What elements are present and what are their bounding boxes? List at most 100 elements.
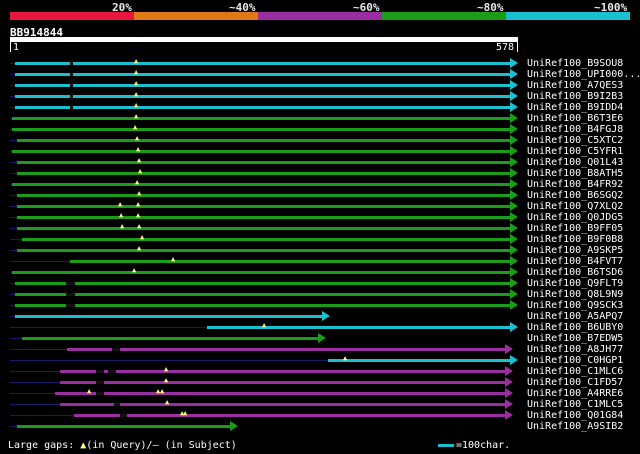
hit-name-link[interactable]: UniRef100_C0HGP1 [527, 355, 623, 366]
hit-row[interactable]: ▲ UniRef100_B4FR92 [0, 178, 640, 190]
hit-row[interactable]: ▲ ▲ UniRef100_Q01G84 [0, 409, 640, 421]
hit-alignment-bar[interactable] [12, 128, 510, 131]
hit-row[interactable]: UniRef100_A9SIB2 [0, 421, 640, 432]
hit-name-link[interactable]: UniRef100_B6UBY0 [527, 322, 623, 333]
hit-alignment-bar[interactable] [17, 161, 510, 164]
hit-row[interactable]: UniRef100_B7EDW5 [0, 333, 640, 344]
hit-row[interactable]: ▲ UniRef100_B6UBY0 [0, 321, 640, 333]
hit-alignment-bar[interactable] [55, 392, 505, 395]
hit-name-link[interactable]: UniRef100_B9IDD4 [527, 102, 623, 113]
hit-name-link[interactable]: UniRef100_B4FR92 [527, 179, 623, 190]
hit-row[interactable]: ▲ UniRef100_Q01L43 [0, 156, 640, 168]
hit-alignment-bar[interactable] [12, 271, 510, 274]
hit-name-link[interactable]: UniRef100_B4FVT7 [527, 256, 623, 267]
hit-name-link[interactable]: UniRef100_A9SKP5 [527, 245, 623, 256]
hit-name-link[interactable]: UniRef100_B6TSD6 [527, 267, 623, 278]
hit-alignment-bar[interactable] [60, 370, 505, 373]
hit-alignment-bar[interactable] [17, 425, 230, 428]
hit-name-link[interactable]: UniRef100_Q01L43 [527, 157, 623, 168]
hit-alignment-bar[interactable] [328, 359, 510, 362]
hit-alignment-bar[interactable] [15, 282, 510, 285]
hit-name-link[interactable]: UniRef100_Q9SCK3 [527, 300, 623, 311]
hit-name-link[interactable]: UniRef100_B6SGQ2 [527, 190, 623, 201]
hit-alignment-bar[interactable] [12, 150, 510, 153]
hit-row[interactable]: UniRef100_Q9FLT9 [0, 278, 640, 289]
hit-alignment-bar[interactable] [17, 205, 510, 208]
hit-row[interactable]: ▲ ▲ ▲ UniRef100_A4RRE6 [0, 387, 640, 399]
hit-name-link[interactable]: UniRef100_C5XTC2 [527, 135, 623, 146]
hit-alignment-bar[interactable] [207, 326, 510, 329]
hit-alignment-bar[interactable] [17, 249, 510, 252]
hit-alignment-bar[interactable] [15, 304, 510, 307]
hit-row[interactable]: ▲ ▲ UniRef100_Q7XLQ2 [0, 200, 640, 212]
hit-name-link[interactable]: UniRef100_A4RRE6 [527, 388, 623, 399]
hit-alignment-bar[interactable] [70, 260, 510, 263]
hit-row[interactable]: UniRef100_Q9SCK3 [0, 300, 640, 311]
hit-row[interactable]: UniRef100_A5APQ7 [0, 311, 640, 322]
hit-alignment-bar[interactable] [17, 172, 510, 175]
hit-row[interactable]: ▲ UniRef100_B9I2B3 [0, 90, 640, 102]
hit-alignment-bar[interactable] [15, 293, 510, 296]
hit-name-link[interactable]: UniRef100_B9SOU8 [527, 58, 623, 69]
hit-alignment-bar[interactable] [67, 348, 505, 351]
hit-alignment-bar[interactable] [22, 337, 318, 340]
hit-name-link[interactable]: UniRef100_B9F0B8 [527, 234, 623, 245]
hit-row[interactable]: ▲ UniRef100_B9SOU8 [0, 57, 640, 69]
hit-alignment-bar[interactable] [17, 139, 510, 142]
hit-row[interactable]: ▲ UniRef100_C5YFR1 [0, 145, 640, 157]
hit-name-link[interactable]: UniRef100_A7QES3 [527, 80, 623, 91]
hit-row[interactable]: ▲ UniRef100_B6SGQ2 [0, 189, 640, 201]
hit-name-link[interactable]: UniRef100_Q01G84 [527, 410, 623, 421]
hit-name-link[interactable]: UniRef100_C1MLC5 [527, 399, 623, 410]
hit-row[interactable]: ▲ ▲ UniRef100_B9FF05 [0, 222, 640, 234]
hit-row[interactable]: ▲ UniRef100_A7QES3 [0, 79, 640, 91]
hit-alignment-bar[interactable] [60, 403, 505, 406]
hit-row[interactable]: ▲ UniRef100_B9F0B8 [0, 233, 640, 245]
hit-alignment-bar[interactable] [12, 117, 510, 120]
hit-name-link[interactable]: UniRef100_C5YFR1 [527, 146, 623, 157]
hit-row[interactable]: ▲ UniRef100_B9IDD4 [0, 101, 640, 113]
hit-name-link[interactable]: UniRef100_B6T3E6 [527, 113, 623, 124]
hit-row[interactable]: ▲ UniRef100_C0HGP1 [0, 354, 640, 366]
hit-alignment-bar[interactable] [15, 95, 510, 98]
hit-row[interactable]: ▲ UniRef100_C1FD57 [0, 376, 640, 388]
hit-name-link[interactable]: UniRef100_A8JH77 [527, 344, 623, 355]
hit-name-link[interactable]: UniRef100_A5APQ7 [527, 311, 623, 322]
hit-alignment-bar[interactable] [12, 183, 510, 186]
hit-row[interactable]: ▲ UniRef100_B6T3E6 [0, 112, 640, 124]
hit-alignment-bar[interactable] [15, 84, 510, 87]
hit-row[interactable]: ▲ ▲ UniRef100_Q0JDG5 [0, 211, 640, 223]
hit-name-link[interactable]: UniRef100_Q8L9N9 [527, 289, 623, 300]
hit-row[interactable]: ▲ UniRef100_C5XTC2 [0, 134, 640, 146]
hit-alignment-bar[interactable] [15, 62, 510, 65]
hit-row[interactable]: UniRef100_A8JH77 [0, 344, 640, 355]
hit-row[interactable]: ▲ UniRef100_B4FGJ8 [0, 123, 640, 135]
hit-name-link[interactable]: UniRef100_UPI000... [527, 69, 640, 80]
hit-alignment-bar[interactable] [17, 194, 510, 197]
hit-name-link[interactable]: UniRef100_Q7XLQ2 [527, 201, 623, 212]
hit-row[interactable]: ▲ UniRef100_C1MLC6 [0, 365, 640, 377]
hit-name-link[interactable]: UniRef100_B7EDW5 [527, 333, 623, 344]
hit-row[interactable]: ▲ UniRef100_B6TSD6 [0, 266, 640, 278]
hit-row[interactable]: UniRef100_Q8L9N9 [0, 289, 640, 300]
hit-alignment-bar[interactable] [17, 227, 510, 230]
hit-name-link[interactable]: UniRef100_B4FGJ8 [527, 124, 623, 135]
hit-name-link[interactable]: UniRef100_Q9FLT9 [527, 278, 623, 289]
hit-name-link[interactable]: UniRef100_Q0JDG5 [527, 212, 623, 223]
hit-row[interactable]: ▲ UniRef100_B4FVT7 [0, 255, 640, 267]
hit-alignment-bar[interactable] [74, 414, 505, 417]
hit-row[interactable]: ▲ UniRef100_A9SKP5 [0, 244, 640, 256]
hit-alignment-bar[interactable] [17, 216, 510, 219]
hit-name-link[interactable]: UniRef100_B8ATH5 [527, 168, 623, 179]
hit-alignment-bar[interactable] [22, 238, 510, 241]
hit-name-link[interactable]: UniRef100_C1MLC6 [527, 366, 623, 377]
hit-row[interactable]: ▲ UniRef100_B8ATH5 [0, 167, 640, 179]
hit-row[interactable]: ▲ UniRef100_UPI000... [0, 68, 640, 80]
hit-alignment-bar[interactable] [15, 315, 322, 318]
hit-name-link[interactable]: UniRef100_C1FD57 [527, 377, 623, 388]
hit-name-link[interactable]: UniRef100_A9SIB2 [527, 421, 623, 432]
hit-alignment-bar[interactable] [15, 73, 510, 76]
hit-name-link[interactable]: UniRef100_B9FF05 [527, 223, 623, 234]
hit-alignment-bar[interactable] [15, 106, 510, 109]
hit-name-link[interactable]: UniRef100_B9I2B3 [527, 91, 623, 102]
